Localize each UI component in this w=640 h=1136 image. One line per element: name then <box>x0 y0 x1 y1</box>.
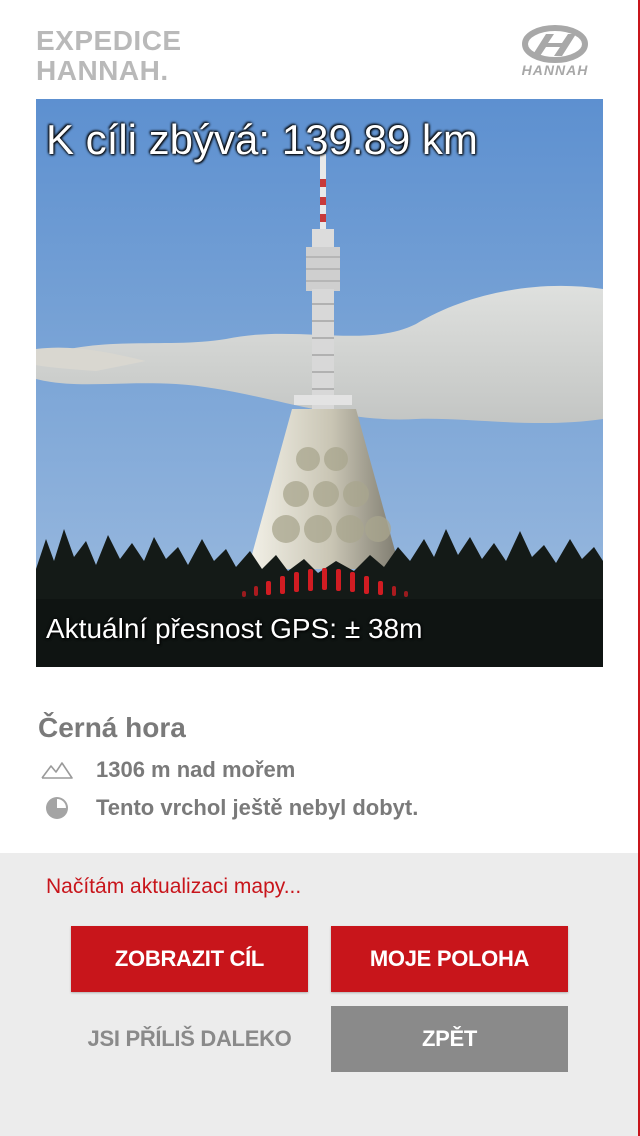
action-panel: Načítám aktualizaci mapy... ZOBRAZIT CÍL… <box>0 853 638 1136</box>
app-title-line1: EXPEDICE <box>36 25 182 56</box>
altitude-text: 1306 m nad mořem <box>96 757 296 782</box>
back-button[interactable]: ZPĚT <box>331 1006 568 1072</box>
map-loading-status: Načítám aktualizaci mapy... <box>46 875 302 898</box>
app-title: EXPEDICE HANNAH. <box>36 26 182 86</box>
show-target-button[interactable]: ZOBRAZIT CÍL <box>71 926 308 992</box>
gps-accuracy: Aktuální přesnost GPS: ± 38m <box>46 613 423 644</box>
distance-remaining: K cíli zbývá: 139.89 km <box>46 116 478 163</box>
mountain-icon <box>40 756 74 784</box>
conquest-status-text: Tento vrchol ještě nebyl dobyt. <box>96 795 419 820</box>
hannah-logo-icon <box>522 25 588 63</box>
tower-photo-image <box>36 99 603 667</box>
too-far-button[interactable]: JSI PŘÍLIŠ DALEKO <box>71 1006 308 1072</box>
hannah-logo: HANNAH <box>506 24 604 80</box>
conquest-status-row: Tento vrchol ještě nebyl dobyt. <box>40 792 418 824</box>
altitude-row: 1306 m nad mořem <box>40 754 295 786</box>
logo-text: HANNAH <box>521 62 589 78</box>
peak-photo: K cíli zbývá: 139.89 km Aktuální přesnos… <box>36 99 603 667</box>
peak-name: Černá hora <box>38 712 186 743</box>
clock-icon <box>40 794 74 822</box>
app-title-line2: HANNAH. <box>36 55 169 86</box>
my-location-button[interactable]: MOJE POLOHA <box>331 926 568 992</box>
